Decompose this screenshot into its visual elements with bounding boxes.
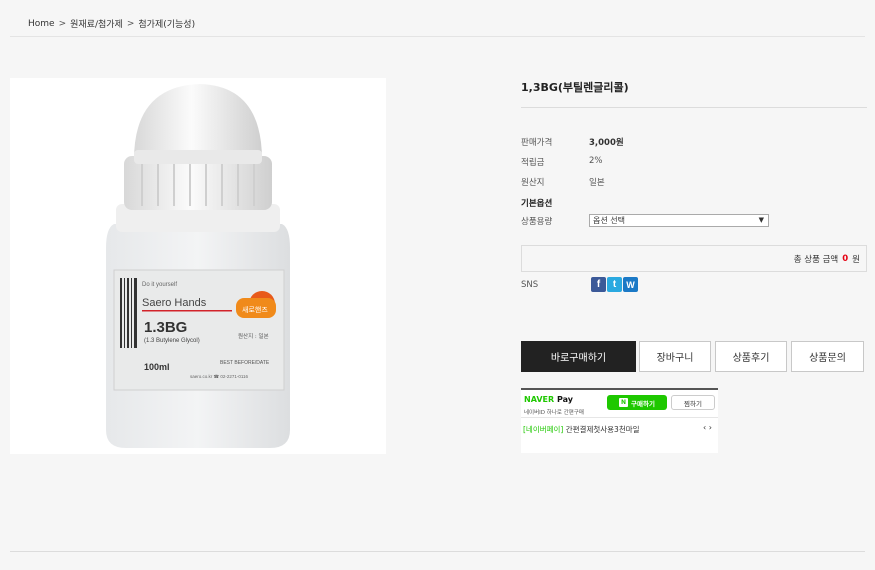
price-row: 판매가격 3,000원 (521, 136, 624, 148)
points-value: 2% (589, 156, 603, 166)
points-label: 적립금 (521, 158, 545, 168)
label-origin: 원산지 : 일본 (238, 332, 269, 340)
total-prefix: 총 상품 금액 (793, 254, 839, 265)
naver-pay-arrows: ‹ › (703, 423, 712, 432)
sns-label: SNS (521, 280, 539, 290)
capacity-select-value: 옵션 선택 (593, 216, 625, 225)
points-row: 적립금 2% (521, 156, 603, 168)
naver-pay-divider (521, 417, 718, 418)
naver-n-icon: N (619, 398, 629, 407)
w-share-icon[interactable]: W (623, 277, 638, 292)
review-button[interactable]: 상품후기 (715, 341, 787, 372)
naver-pay-widget: NAVER Pay 네이버ID 하나로 간편구매 N 구매하기 찜하기 [네이버… (521, 388, 718, 453)
total-amount: 0 (842, 253, 849, 264)
total-price-box: 총 상품 금액 0 원 (521, 245, 867, 272)
naver-pay-wish-button[interactable]: 찜하기 (671, 395, 715, 410)
naver-pay-buy-button[interactable]: N 구매하기 (607, 395, 667, 410)
breadcrumb-level2[interactable]: 첨가제(기능성) (138, 17, 195, 30)
label-product-name: 1.3BG (144, 319, 187, 336)
naver-pay-subtitle: 네이버ID 하나로 간편구매 (524, 410, 584, 416)
add-to-cart-button[interactable]: 장바구니 (639, 341, 711, 372)
capacity-label: 상품용량 (521, 217, 553, 227)
label-product-sub: (1.3 Butylene Glycol) (144, 338, 200, 344)
breadcrumb-separator-icon: > (126, 18, 135, 29)
capacity-select[interactable]: 옵션 선택 ▼ (589, 214, 769, 227)
facebook-icon[interactable]: f (591, 277, 606, 292)
breadcrumb-separator-icon: > (58, 18, 67, 29)
svg-text:새로핸즈: 새로핸즈 (242, 305, 268, 314)
origin-row: 원산지 일본 (521, 176, 605, 188)
top-divider (10, 36, 865, 37)
label-volume: 100ml (144, 362, 170, 372)
inquiry-button[interactable]: 상품문의 (791, 341, 864, 372)
product-image: Do it yourself Saero Hands 새로핸즈 1.3BG (1… (10, 78, 386, 454)
origin-label: 원산지 (521, 178, 545, 188)
breadcrumb-home[interactable]: Home (28, 19, 55, 29)
label-site: saero.co.kr ☎ 02-2271-0116 (190, 374, 249, 379)
next-arrow-icon[interactable]: › (709, 423, 712, 432)
price-label: 판매가격 (521, 138, 553, 148)
breadcrumb: Home > 원재료/첨가제 > 첨가제(기능성) (28, 17, 195, 31)
product-title: 1,3BG(부틸렌글리콜) (521, 81, 629, 94)
bottom-divider (10, 551, 865, 552)
capacity-row: 상품용량 (521, 215, 589, 227)
options-title: 기본옵션 (521, 199, 553, 209)
price-value: 3,000원 (589, 138, 624, 148)
title-divider (521, 107, 867, 108)
total-suffix: 원 (852, 254, 860, 265)
twitter-icon[interactable]: t (607, 277, 622, 292)
sns-icons: f t W (591, 277, 638, 292)
label-brand-small: Do it yourself (142, 282, 177, 288)
label-brand: Saero Hands (142, 297, 207, 309)
dropdown-arrow-icon: ▼ (758, 216, 764, 224)
naver-pay-buy-label: 구매하기 (631, 399, 655, 408)
label-best-before: BEST BEFORE/DATE (220, 360, 270, 366)
breadcrumb-level1[interactable]: 원재료/첨가제 (70, 17, 123, 30)
naver-pay-event[interactable]: [네이버페이] 간편결제첫사용3천마일 (523, 424, 640, 435)
origin-value: 일본 (589, 178, 605, 188)
naver-pay-logo: NAVER Pay (524, 395, 573, 404)
prev-arrow-icon[interactable]: ‹ (703, 423, 706, 432)
buy-now-button[interactable]: 바로구매하기 (521, 341, 636, 372)
